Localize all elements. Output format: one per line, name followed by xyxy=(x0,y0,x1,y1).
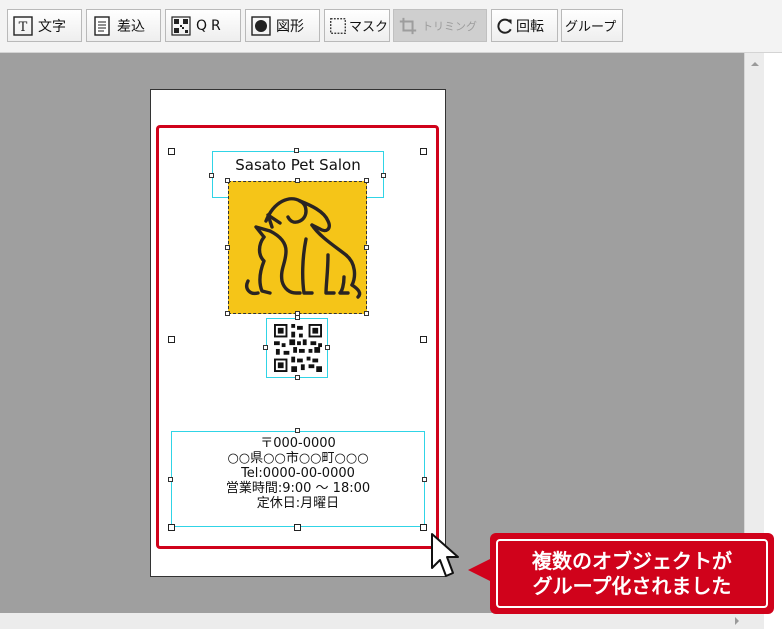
group-handle-bottom[interactable] xyxy=(294,524,301,531)
text-box-icon: T xyxy=(13,15,33,36)
shape-icon xyxy=(251,15,271,36)
rotate-button[interactable]: 回転 xyxy=(491,9,558,42)
telephone: Tel:0000-00-0000 xyxy=(241,466,355,481)
mask-button[interactable]: マスク xyxy=(324,9,390,42)
svg-text:T: T xyxy=(19,20,28,35)
group-handle-bottom-left[interactable] xyxy=(168,524,175,531)
mouse-cursor-icon xyxy=(431,533,459,577)
address-block: 〒000-0000 ○○県○○市○○町○○○ Tel:0000-00-0000 … xyxy=(172,436,424,511)
callout-border: 複数のオブジェクトが グループ化されました xyxy=(496,539,768,608)
group-handle-middle-left[interactable] xyxy=(168,336,175,343)
group-button[interactable]: グループ xyxy=(561,9,623,42)
qr-button-label: QR xyxy=(196,17,225,34)
text-button[interactable]: T 文字 xyxy=(7,9,82,42)
group-callout: 複数のオブジェクトが グループ化されました xyxy=(490,533,774,614)
salon-name: Sasato Pet Salon xyxy=(235,156,361,174)
logo-handle-left[interactable] xyxy=(225,245,230,250)
address-handle-top[interactable] xyxy=(295,428,300,433)
group-handle-top-right[interactable] xyxy=(420,148,427,155)
callout-tail xyxy=(468,558,492,582)
postal-code: 〒000-0000 xyxy=(260,436,336,451)
holiday: 定休日:月曜日 xyxy=(256,496,340,511)
qr-code-image xyxy=(274,324,322,372)
callout-line-1: 複数のオブジェクトが xyxy=(532,548,732,573)
crop-icon xyxy=(399,17,417,34)
rotate-icon xyxy=(497,18,512,34)
business-hours: 営業時間:9:00 〜 18:00 xyxy=(225,481,371,496)
mask-icon xyxy=(330,17,346,34)
scroll-right-icon[interactable] xyxy=(730,614,744,628)
scroll-up-icon[interactable] xyxy=(746,57,764,71)
insert-button[interactable]: 差込 xyxy=(86,9,161,42)
qr-code-icon xyxy=(171,15,191,36)
logo-handle-top-left[interactable] xyxy=(225,178,230,183)
logo-handle-right[interactable] xyxy=(364,245,369,250)
mask-button-label: マスク xyxy=(349,20,389,35)
qr-handle-top[interactable] xyxy=(295,315,300,320)
text-button-label: 文字 xyxy=(38,18,66,35)
group-handle-top-left[interactable] xyxy=(168,148,175,155)
group-handle-middle-right[interactable] xyxy=(420,336,427,343)
qr-handle-bottom[interactable] xyxy=(295,375,300,380)
rotate-button-label: 回転 xyxy=(516,18,544,35)
trim-button[interactable]: トリミング xyxy=(393,9,487,42)
insert-button-label: 差込 xyxy=(117,18,145,35)
horizontal-scrollbar[interactable] xyxy=(0,613,764,629)
trim-button-label: トリミング xyxy=(422,19,477,33)
insert-doc-icon xyxy=(94,15,110,36)
title-handle-top[interactable] xyxy=(294,148,299,153)
logo-handle-top[interactable] xyxy=(295,178,300,183)
vertical-scrollbar[interactable] xyxy=(744,53,764,613)
logo-selection-box xyxy=(228,181,367,314)
logo-handle-bottom-right[interactable] xyxy=(364,311,369,316)
shape-button[interactable]: 図形 xyxy=(245,9,320,42)
logo-handle-bottom-left[interactable] xyxy=(225,311,230,316)
logo-handle-top-right[interactable] xyxy=(364,178,369,183)
group-handle-bottom-right[interactable] xyxy=(420,524,427,531)
callout-line-2: グループ化されました xyxy=(532,573,732,598)
toolbar: T 文字 差込 QR 図形 マスク トリミング 回転 グループ xyxy=(0,0,782,53)
address-line: ○○県○○市○○町○○○ xyxy=(227,451,369,466)
group-button-label: グループ xyxy=(565,20,617,35)
qr-button[interactable]: QR xyxy=(165,9,241,42)
qr-handle-left[interactable] xyxy=(263,345,268,350)
shape-button-label: 図形 xyxy=(276,18,304,35)
qr-handle-right[interactable] xyxy=(325,345,330,350)
